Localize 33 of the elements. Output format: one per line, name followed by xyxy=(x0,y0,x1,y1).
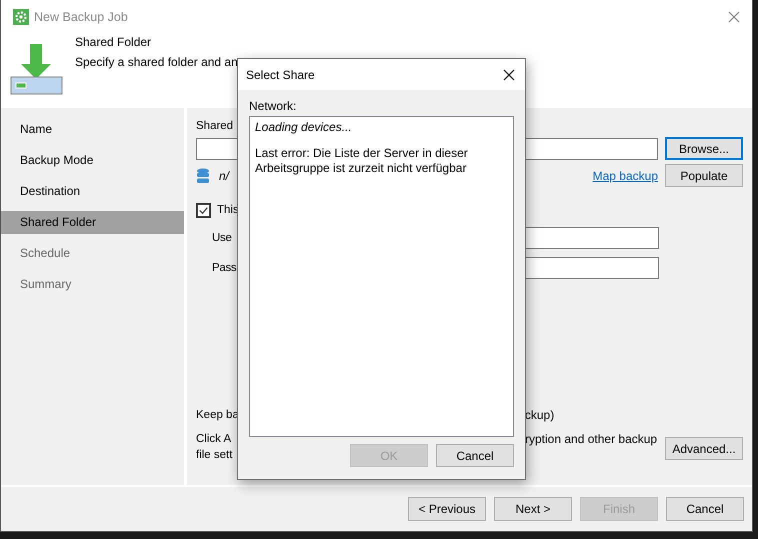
username-label: Use xyxy=(212,231,232,246)
advanced-hint-text: Click A xyxy=(196,432,232,447)
wizard-step[interactable]: Shared Folder xyxy=(1,211,184,234)
retention-text: ckup) xyxy=(524,408,554,422)
close-icon[interactable] xyxy=(503,68,515,80)
gear-icon xyxy=(13,8,29,24)
wizard-step[interactable]: Name xyxy=(1,118,184,141)
step-title: Shared Folder xyxy=(75,35,152,49)
dialog-button[interactable]: Cancel xyxy=(436,444,514,467)
download-drive-drawing xyxy=(10,44,64,96)
advanced-hint-text: ryption and other backup xyxy=(525,431,658,447)
checkbox[interactable] xyxy=(196,202,211,218)
window-title: New Backup Job xyxy=(34,10,129,24)
network-list[interactable]: Loading devices... Last error: Die Liste der Server in dieser Arbeitsgruppe ist zurzeit nicht verfügbar xyxy=(249,116,514,437)
wizard-step[interactable]: Backup Mode xyxy=(1,149,184,172)
step-description: Specify a shared folder and an xyxy=(75,55,238,69)
browse-button[interactable]: Browse... xyxy=(665,137,743,160)
wizard-button[interactable]: < Previous xyxy=(408,497,486,521)
populate-button[interactable]: Populate xyxy=(665,164,743,187)
repository-info: n/ xyxy=(219,168,230,182)
wizard-button[interactable]: Next > xyxy=(494,497,572,521)
dialog-title: Select Share xyxy=(246,68,315,82)
advanced-button[interactable]: Advanced... xyxy=(665,437,743,460)
network-label: Network: xyxy=(249,99,298,113)
error-message: Last error: Die Liste der Server in dieser Arbeitsgruppe ist zurzeit nicht verfügbar xyxy=(255,146,469,176)
password-label: Pass xyxy=(212,261,236,276)
loading-text: Loading devices... xyxy=(255,120,353,134)
advanced-hint-text: file sett xyxy=(196,448,234,463)
wizard-step[interactable]: Destination xyxy=(1,180,184,203)
shared-folder-label: Shared xyxy=(196,119,234,134)
map-backup-link[interactable]: Map backup xyxy=(592,168,658,182)
database-icon xyxy=(197,168,209,184)
wizard-button[interactable]: Cancel xyxy=(666,497,744,521)
